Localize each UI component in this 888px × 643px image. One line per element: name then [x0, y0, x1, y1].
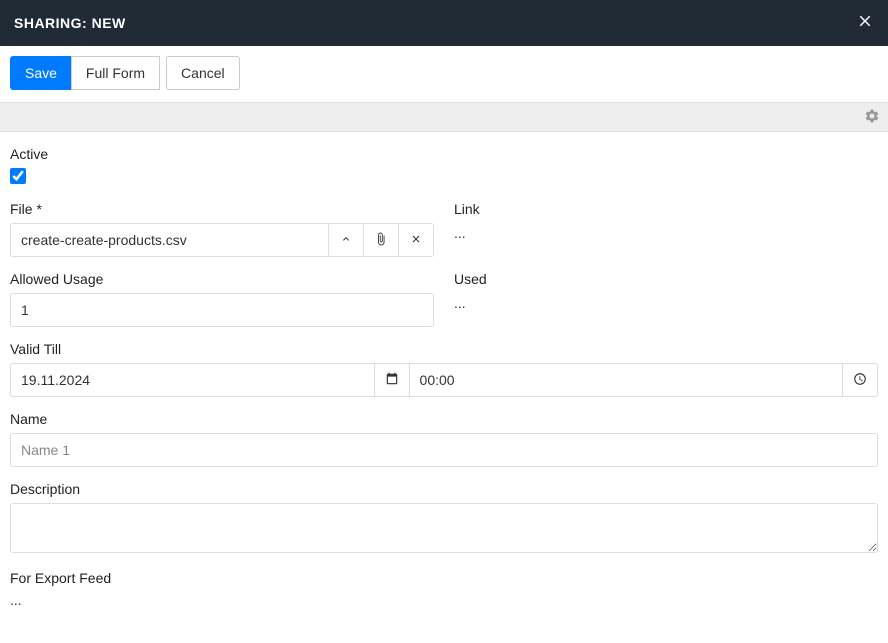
name-field: Name [10, 411, 878, 467]
time-picker-button[interactable] [842, 363, 878, 397]
button-group: Save Full Form [10, 56, 160, 90]
valid-till-time-input[interactable] [410, 363, 843, 397]
close-icon[interactable] [856, 12, 874, 34]
allowed-usage-label: Allowed Usage [10, 271, 434, 287]
calendar-icon [385, 372, 399, 389]
used-label: Used [454, 271, 878, 287]
date-picker-button[interactable] [374, 363, 410, 397]
file-upload-button[interactable] [328, 223, 364, 257]
chevron-up-icon [340, 233, 352, 248]
full-form-button[interactable]: Full Form [71, 56, 160, 90]
valid-till-label: Valid Till [10, 341, 878, 357]
file-attach-button[interactable] [363, 223, 399, 257]
file-input[interactable] [10, 223, 329, 257]
x-icon [410, 233, 422, 248]
link-field: Link ... [454, 201, 878, 257]
used-field: Used ... [454, 271, 878, 327]
gear-icon[interactable] [864, 108, 880, 127]
clock-icon [853, 372, 867, 389]
paperclip-icon [374, 232, 388, 249]
file-label: File * [10, 201, 434, 217]
file-field: File * [10, 201, 434, 257]
file-input-group [10, 223, 434, 257]
name-label: Name [10, 411, 878, 427]
description-label: Description [10, 481, 878, 497]
file-clear-button[interactable] [398, 223, 434, 257]
description-field: Description [10, 481, 878, 556]
link-value: ... [454, 223, 878, 241]
form-body: Active File * [0, 140, 888, 618]
allowed-usage-field: Allowed Usage [10, 271, 434, 327]
save-button[interactable]: Save [10, 56, 72, 90]
for-export-feed-label: For Export Feed [10, 570, 878, 586]
for-export-feed-value: ... [10, 592, 878, 608]
active-checkbox[interactable] [10, 168, 26, 184]
description-textarea[interactable] [10, 503, 878, 553]
valid-till-date-input[interactable] [10, 363, 375, 397]
settings-bar [0, 102, 888, 132]
link-label: Link [454, 201, 878, 217]
cancel-button[interactable]: Cancel [166, 56, 240, 90]
for-export-feed-field: For Export Feed ... [10, 570, 878, 608]
modal-title: SHARING: NEW [14, 15, 126, 31]
toolbar: Save Full Form Cancel [0, 46, 888, 102]
active-field: Active [10, 146, 878, 187]
name-input[interactable] [10, 433, 878, 467]
active-label: Active [10, 146, 878, 162]
used-value: ... [454, 293, 878, 311]
modal-header: SHARING: NEW [0, 0, 888, 46]
datetime-group [10, 363, 878, 397]
valid-till-field: Valid Till [10, 341, 878, 397]
allowed-usage-input[interactable] [10, 293, 434, 327]
